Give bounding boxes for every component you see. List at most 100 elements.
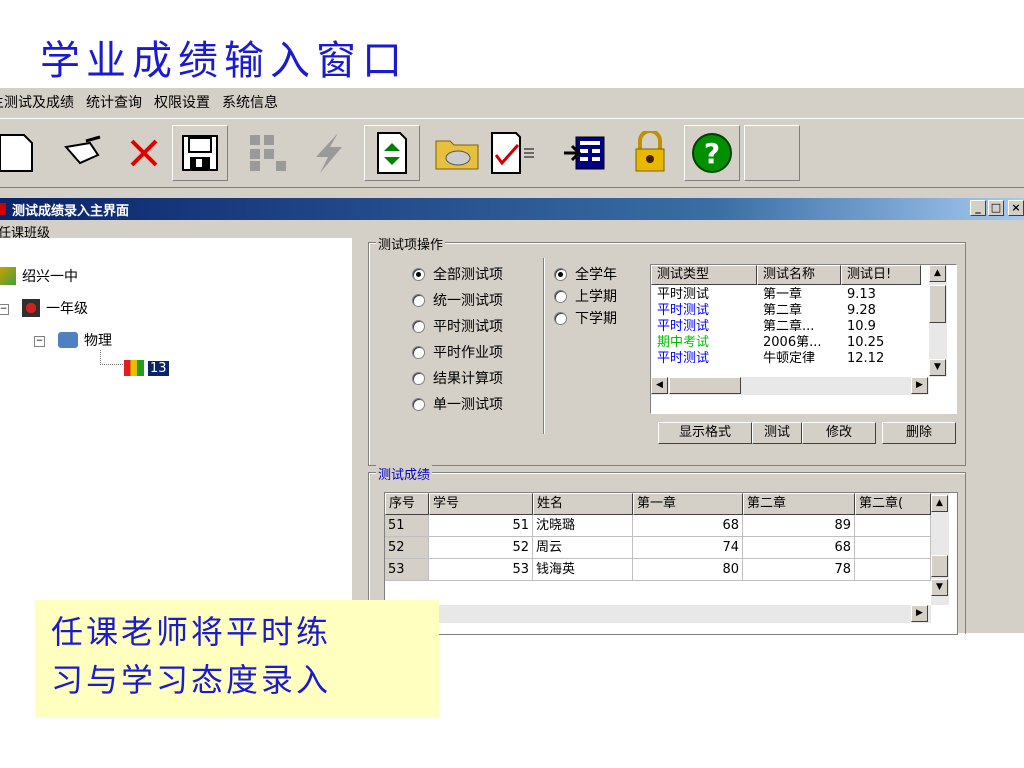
grid-header-ch1[interactable]: 第一章 xyxy=(633,493,743,515)
tree-node-subject[interactable]: 物理 xyxy=(58,330,112,350)
list-row-name[interactable]: 第二章... xyxy=(763,319,814,335)
grid-cell-ch1[interactable]: 74 xyxy=(633,537,743,559)
save-disk-icon[interactable] xyxy=(172,125,228,181)
scroll-down-icon[interactable]: ▼ xyxy=(931,579,948,596)
grid-header-seq[interactable]: 序号 xyxy=(385,493,429,515)
scores-grid[interactable]: 序号 学号 姓名 第一章 第二章 第二章( 51 51 沈晓璐 68 89 52… xyxy=(384,492,958,635)
scroll-right-icon[interactable]: ▶ xyxy=(911,605,928,622)
grid-hscrollbar[interactable]: ▶ xyxy=(385,605,931,623)
scroll-down-icon[interactable]: ▼ xyxy=(929,359,946,376)
list-header-type[interactable]: 测试类型 xyxy=(651,265,757,285)
menu-item-statistics[interactable]: 统计查询 xyxy=(86,92,142,112)
scroll-thumb[interactable] xyxy=(669,377,741,394)
menu-item-test-scores[interactable]: 主测试及成绩 xyxy=(0,92,74,112)
exit-panel-icon[interactable] xyxy=(556,125,612,181)
list-row-type[interactable]: 平时测试 xyxy=(657,351,709,367)
tree-expander[interactable]: − xyxy=(0,304,9,315)
list-row-date[interactable]: 10.25 xyxy=(847,335,884,351)
grid-cell-ch2b[interactable] xyxy=(855,515,931,537)
list-row-type[interactable]: 平时测试 xyxy=(657,287,709,303)
list-row-name[interactable]: 牛顿定律 xyxy=(763,351,815,367)
list-row-date[interactable]: 9.13 xyxy=(847,287,876,303)
grid-cell-seq: 52 xyxy=(385,537,429,559)
grid-cell-name[interactable]: 钱海英 xyxy=(533,559,633,581)
list-vscrollbar[interactable]: ▲ ▼ xyxy=(929,265,947,377)
list-row-name[interactable]: 第一章 xyxy=(763,287,802,303)
modify-button[interactable]: 修改 xyxy=(802,422,876,444)
new-doc-icon[interactable] xyxy=(0,125,44,181)
help-icon[interactable]: ? xyxy=(684,125,740,181)
tree-node-school[interactable]: 绍兴一中 xyxy=(0,266,78,286)
scroll-up-icon[interactable]: ▲ xyxy=(931,495,948,512)
scroll-up-icon[interactable]: ▲ xyxy=(929,265,946,282)
scroll-left-icon[interactable]: ◀ xyxy=(651,377,668,394)
grid-header-name[interactable]: 姓名 xyxy=(533,493,633,515)
report-doc-icon[interactable] xyxy=(488,125,544,181)
tree-node-class[interactable]: 13 xyxy=(124,360,169,376)
delete-x-icon[interactable] xyxy=(116,125,172,181)
grade-icon xyxy=(22,299,40,317)
grid-cell-name[interactable]: 周云 xyxy=(533,537,633,559)
folder-icon[interactable] xyxy=(430,125,486,181)
test-type-separator xyxy=(543,258,545,434)
grid-header-ch2b[interactable]: 第二章( xyxy=(855,493,931,515)
list-row-type[interactable]: 期中考试 xyxy=(657,335,709,351)
display-format-button[interactable]: 显示格式 xyxy=(658,422,752,444)
tree-node-grade[interactable]: 一年级 xyxy=(22,298,88,318)
radio-homework[interactable]: 平时作业项 xyxy=(412,342,503,362)
radio-single-test[interactable]: 单一测试项 xyxy=(412,394,503,414)
test-button[interactable]: 测试 xyxy=(752,422,802,444)
list-row-name[interactable]: 第二章 xyxy=(763,303,802,319)
grid-cell-id[interactable]: 53 xyxy=(429,559,533,581)
radio-unified-tests[interactable]: 统一测试项 xyxy=(412,290,503,310)
list-row-type[interactable]: 平时测试 xyxy=(657,303,709,319)
list-header-name[interactable]: 测试名称 xyxy=(757,265,841,285)
scroll-right-icon[interactable]: ▶ xyxy=(911,377,928,394)
radio-dot xyxy=(412,397,425,411)
grid-cell-ch2b[interactable] xyxy=(855,559,931,581)
grid-cell-id[interactable]: 51 xyxy=(429,515,533,537)
scroll-thumb[interactable] xyxy=(929,285,946,323)
grid-cell-ch2[interactable]: 68 xyxy=(743,537,855,559)
menu-item-permissions[interactable]: 权限设置 xyxy=(154,92,210,112)
refresh-doc-icon[interactable] xyxy=(364,125,420,181)
minimize-button[interactable]: _ xyxy=(970,200,986,216)
grid-cell-seq: 53 xyxy=(385,559,429,581)
radio-result-calc[interactable]: 结果计算项 xyxy=(412,368,503,388)
grid-cell-ch2[interactable]: 89 xyxy=(743,515,855,537)
test-list[interactable]: 测试类型 测试名称 测试日! 平时测试 第一章 9.13 平时测试 第二章 9.… xyxy=(650,264,957,414)
list-hscrollbar[interactable]: ◀ ▶ xyxy=(651,377,929,395)
tree-expander[interactable]: − xyxy=(34,336,45,347)
maximize-button[interactable]: □ xyxy=(988,200,1004,216)
flash-disabled-icon[interactable] xyxy=(300,125,356,181)
grid-disabled-icon[interactable] xyxy=(240,125,296,181)
radio-first-term[interactable]: 上学期 xyxy=(554,286,617,306)
list-row-date[interactable]: 12.12 xyxy=(847,351,884,367)
radio-all-tests[interactable]: 全部测试项 xyxy=(412,264,503,284)
list-row-date[interactable]: 10.9 xyxy=(847,319,876,335)
grid-vscrollbar[interactable]: ▲ ▼ xyxy=(931,493,949,605)
lock-key-icon[interactable] xyxy=(622,125,678,181)
list-row-date[interactable]: 9.28 xyxy=(847,303,876,319)
grid-cell-ch2[interactable]: 78 xyxy=(743,559,855,581)
list-row-type[interactable]: 平时测试 xyxy=(657,319,709,335)
grid-cell-ch1[interactable]: 68 xyxy=(633,515,743,537)
menu-item-system-info[interactable]: 系统信息 xyxy=(222,92,278,112)
edit-pen-icon[interactable] xyxy=(54,125,110,181)
list-header-date[interactable]: 测试日! xyxy=(841,265,921,285)
radio-dot xyxy=(554,267,567,281)
grid-cell-ch2b[interactable] xyxy=(855,537,931,559)
list-row-name[interactable]: 2006第... xyxy=(763,335,821,351)
radio-full-year[interactable]: 全学年 xyxy=(554,264,617,284)
grid-cell-name[interactable]: 沈晓璐 xyxy=(533,515,633,537)
grid-header-ch2[interactable]: 第二章 xyxy=(743,493,855,515)
menu-bar: 主测试及成绩 统计查询 权限设置 系统信息 xyxy=(0,88,1024,116)
grid-header-id[interactable]: 学号 xyxy=(429,493,533,515)
close-button[interactable]: × xyxy=(1008,200,1024,216)
scroll-thumb[interactable] xyxy=(931,555,948,577)
grid-cell-id[interactable]: 52 xyxy=(429,537,533,559)
radio-second-term[interactable]: 下学期 xyxy=(554,308,617,328)
delete-button[interactable]: 删除 xyxy=(882,422,956,444)
grid-cell-ch1[interactable]: 80 xyxy=(633,559,743,581)
radio-regular-tests[interactable]: 平时测试项 xyxy=(412,316,503,336)
